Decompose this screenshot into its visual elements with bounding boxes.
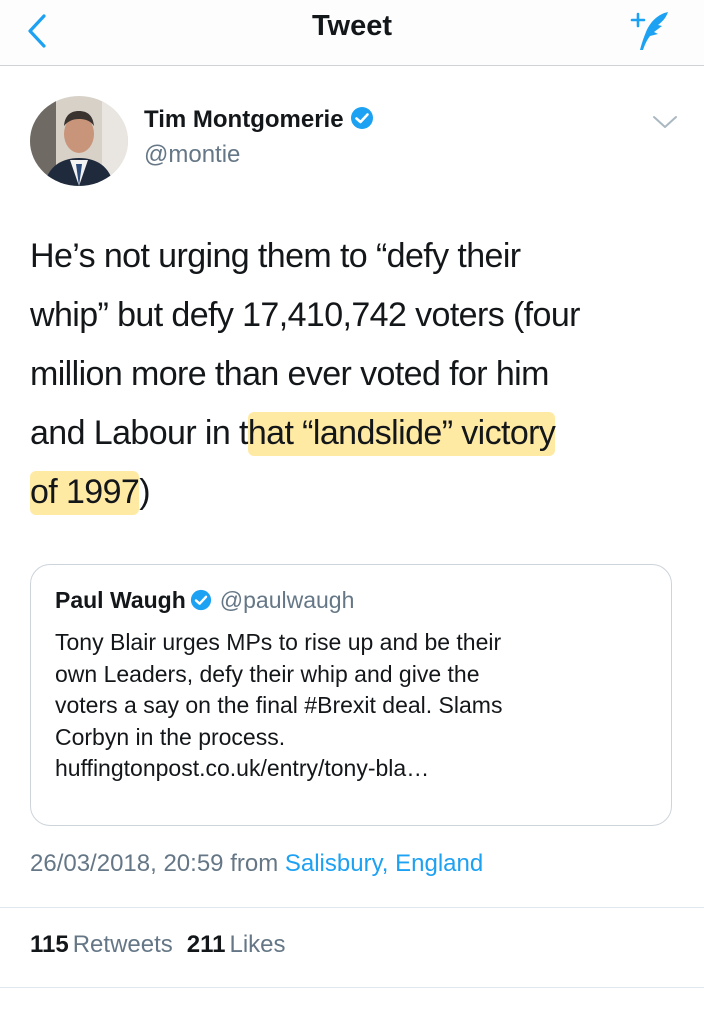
avatar[interactable] — [30, 96, 128, 186]
tweet-text-segment: ) — [139, 473, 150, 511]
tweet-line: million more than ever voted for him — [30, 355, 549, 393]
author-name[interactable]: Tim Montgomerie — [144, 106, 344, 133]
verified-badge-icon — [190, 589, 212, 617]
quoted-tweet-text: Tony Blair urges MPs to rise up and be t… — [55, 627, 655, 785]
verified-badge-icon — [350, 106, 374, 137]
from-label: from — [230, 850, 279, 877]
quoted-tweet-card[interactable]: Paul Waugh @paulwaugh Tony Blair urges MP… — [30, 564, 672, 826]
author-handle[interactable]: @montie — [144, 141, 240, 169]
quoted-author-name: Paul Waugh — [55, 587, 186, 613]
quoted-link: huffingtonpost.co.uk/entry/tony-bla… — [55, 755, 430, 781]
retweets-count: 115 — [30, 931, 69, 958]
quoted-author-handle: @paulwaugh — [219, 587, 355, 613]
back-button[interactable] — [18, 6, 58, 56]
compose-tweet-button[interactable] — [618, 6, 678, 56]
quoted-line: Tony Blair urges MPs to rise up and be t… — [55, 629, 502, 655]
tweet-timestamp: 26/03/2018, 20:59 from Salisbury, Englan… — [30, 850, 483, 878]
chevron-down-icon — [653, 116, 677, 128]
tweet-line-5: of 1997) — [30, 463, 690, 522]
profile-photo-icon — [30, 96, 128, 186]
tweet-text-segment: and Labour in t — [30, 414, 248, 452]
navigation-bar: Tweet — [0, 0, 704, 66]
tweet-menu-button[interactable] — [648, 110, 682, 134]
retweets-label: Retweets — [72, 931, 173, 958]
retweets-stat[interactable]: 115 Retweets — [30, 931, 173, 958]
likes-stat[interactable]: 211 Likes — [187, 931, 286, 958]
location-link[interactable]: Salisbury, England — [285, 850, 483, 877]
divider — [0, 987, 704, 988]
divider — [0, 907, 704, 908]
engagement-stats: 115 Retweets 211 Likes — [30, 931, 286, 959]
compose-feather-icon — [630, 12, 668, 50]
highlighted-text: of 1997 — [30, 471, 140, 515]
tweet-line: He’s not urging them to “defy their — [30, 237, 521, 275]
author-name-row[interactable]: Tim Montgomerie — [144, 106, 374, 137]
tweet-line-4: and Labour in that “landslide” victory — [30, 404, 690, 463]
tweet-text: He’s not urging them to “defy their whip… — [30, 227, 690, 522]
tweet-line: whip” but defy 17,410,742 voters (four — [30, 296, 580, 334]
chevron-left-icon — [28, 14, 46, 48]
likes-label: Likes — [229, 931, 286, 958]
page-title: Tweet — [311, 10, 393, 42]
highlighted-text: hat “landslide” victory — [247, 412, 556, 456]
tweet-datetime: 26/03/2018, 20:59 — [30, 850, 224, 877]
quoted-line: Corbyn in the process. — [55, 723, 286, 750]
likes-count: 211 — [186, 931, 226, 958]
quoted-line: voters a say on the final #Brexit deal. … — [55, 692, 503, 718]
quoted-line: own Leaders, defy their whip and give th… — [55, 660, 480, 687]
quoted-author-row: Paul Waugh @paulwaugh — [55, 587, 354, 617]
